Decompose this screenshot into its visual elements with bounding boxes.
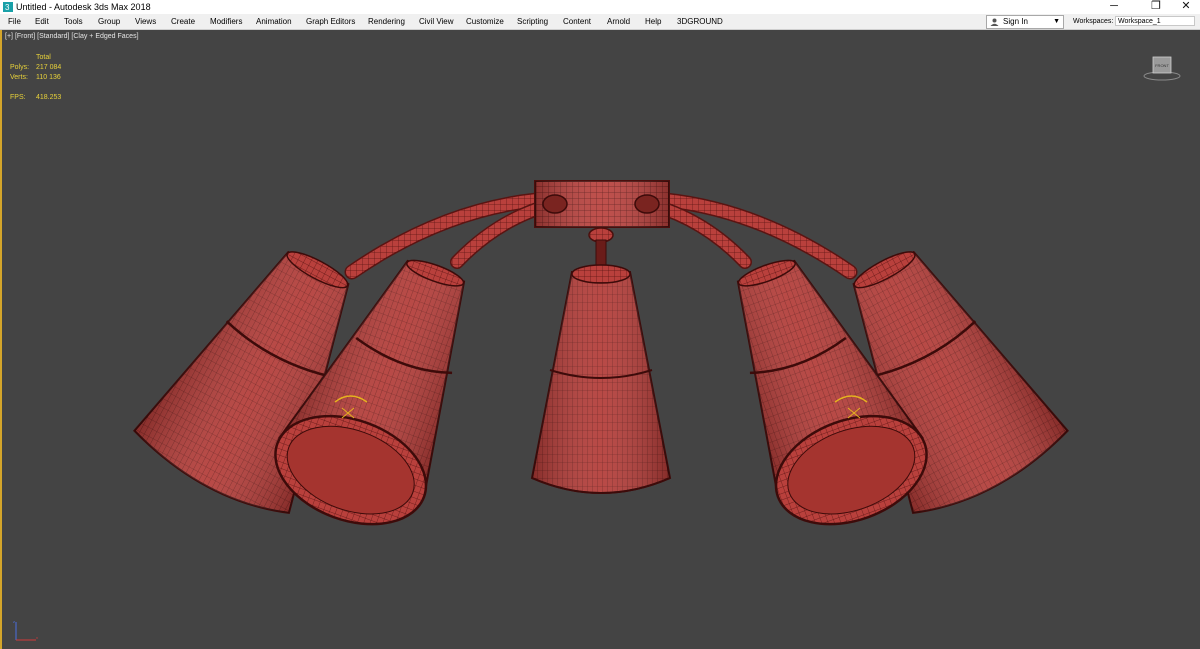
title-bar: 3 Untitled - Autodesk 3ds Max 2018 ─ ❐ ✕ <box>0 0 1200 14</box>
menu-animation[interactable]: Animation <box>256 14 292 29</box>
menu-3dground[interactable]: 3DGROUND <box>677 14 723 29</box>
menu-help[interactable]: Help <box>645 14 661 29</box>
ceiling-mount <box>534 180 670 275</box>
user-icon <box>990 18 999 26</box>
axis-tripod-icon: z x <box>13 619 38 641</box>
menu-arnold[interactable]: Arnold <box>607 14 630 29</box>
3dsmax-app-icon: 3 <box>3 2 13 12</box>
menu-graph-editors[interactable]: Graph Editors <box>306 14 355 29</box>
window-title: Untitled - Autodesk 3ds Max 2018 <box>16 2 151 12</box>
menu-group[interactable]: Group <box>98 14 120 29</box>
menu-customize[interactable]: Customize <box>466 14 504 29</box>
front-viewport[interactable]: [+] [Front] [Standard] [Clay + Edged Fac… <box>0 30 1200 649</box>
menu-civil-view[interactable]: Civil View <box>419 14 454 29</box>
svg-text:z: z <box>13 619 15 624</box>
menu-bar: File Edit Tools Group Views Create Modif… <box>0 14 1200 30</box>
menu-scripting[interactable]: Scripting <box>517 14 548 29</box>
menu-create[interactable]: Create <box>171 14 195 29</box>
sign-in-dropdown[interactable]: Sign In ▼ <box>986 15 1064 29</box>
menu-rendering[interactable]: Rendering <box>368 14 405 29</box>
scene-mesh <box>133 180 1069 526</box>
workspace-select[interactable]: Workspace_1 <box>1115 16 1195 26</box>
chevron-down-icon: ▼ <box>1053 18 1060 25</box>
menu-modifiers[interactable]: Modifiers <box>210 14 242 29</box>
menu-views[interactable]: Views <box>135 14 156 29</box>
menu-edit[interactable]: Edit <box>35 14 49 29</box>
close-button[interactable]: ✕ <box>1172 0 1200 14</box>
center-shade <box>530 264 672 494</box>
menu-content[interactable]: Content <box>563 14 591 29</box>
workspaces-label: Workspaces: <box>1073 18 1114 25</box>
svg-text:x: x <box>36 635 38 640</box>
maximize-button[interactable]: ❐ <box>1142 0 1170 14</box>
minimize-button[interactable]: ─ <box>1100 0 1128 14</box>
menu-tools[interactable]: Tools <box>64 14 83 29</box>
menu-file[interactable]: File <box>8 14 21 29</box>
sign-in-label: Sign In <box>1003 17 1028 26</box>
svg-text:3: 3 <box>5 3 10 12</box>
